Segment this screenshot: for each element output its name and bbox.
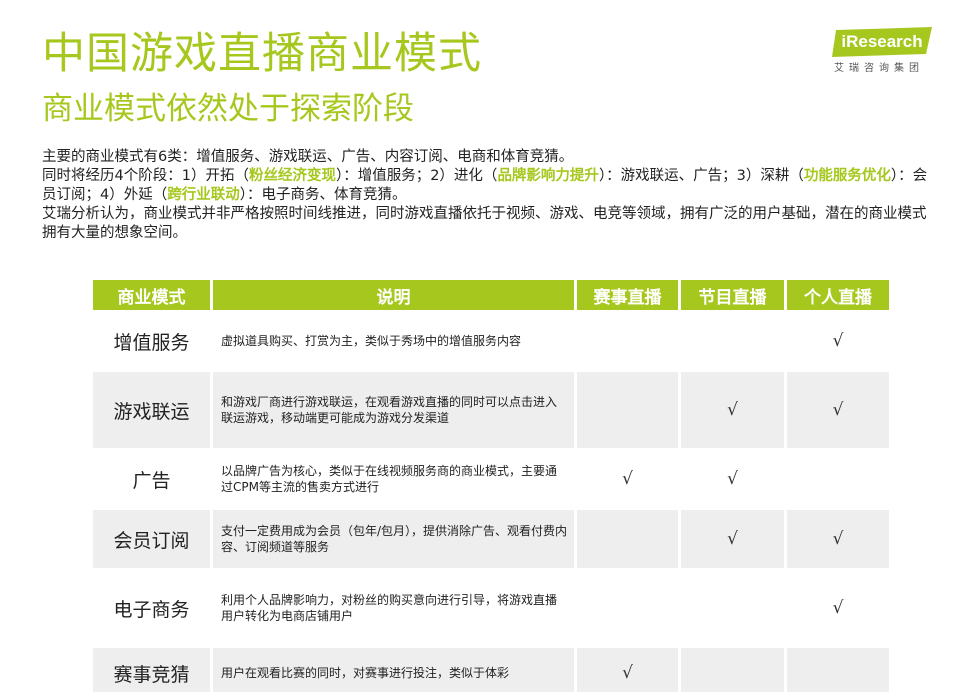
program-live-check: √ — [681, 372, 784, 448]
table-row: 增值服务 虚拟道具购买、打赏为主，类似于秀场中的增值服务内容 √ — [93, 312, 889, 370]
personal-live-check: √ — [787, 372, 889, 448]
model-name: 会员订阅 — [93, 510, 210, 568]
logo-chinese-name: 艾瑞咨询集团 — [834, 63, 924, 74]
model-name: 游戏联运 — [93, 372, 210, 448]
highlight-fan-economy: 粉丝经济变现 — [248, 168, 336, 184]
table-row: 电子商务 利用个人品牌影响力，对粉丝的购买意向进行引导，将游戏直播用户转化为电商… — [93, 570, 889, 646]
event-live-check: √ — [577, 450, 678, 508]
event-live-check: √ — [577, 648, 678, 692]
model-description: 和游戏厂商进行游戏联运，在观看游戏直播的同时可以点击进入联运游戏，移动端更可能成… — [213, 372, 574, 448]
intro-line-2: 同时将经历4个阶段：1）开拓（粉丝经济变现）：增值服务；2）进化（品牌影响力提升… — [42, 167, 932, 205]
highlight-brand-influence: 品牌影响力提升 — [497, 168, 599, 184]
personal-live-check: √ — [787, 570, 889, 646]
model-name: 广告 — [93, 450, 210, 508]
intro-line-2-part-a: 同时将经历4个阶段：1）开拓（ — [42, 168, 249, 184]
header-event-live: 赛事直播 — [577, 280, 678, 310]
personal-live-check: √ — [787, 312, 889, 370]
header-model: 商业模式 — [93, 280, 210, 310]
intro-line-2-part-e: ）：电子商务、体育竞猜。 — [239, 187, 407, 203]
logo-brand: iResearch — [841, 32, 923, 51]
highlight-cross-industry: 跨行业联动 — [167, 187, 240, 203]
table-row: 赛事竞猜 用户在观看比赛的同时，对赛事进行投注，类似于体彩 √ — [93, 648, 889, 692]
intro-line-2-part-b: ）：增值服务；2）进化（ — [335, 168, 498, 184]
header-description: 说明 — [213, 280, 574, 310]
event-live-check — [577, 510, 678, 568]
model-name: 赛事竞猜 — [93, 648, 210, 692]
page-title: 中国游戏直播商业模式 — [42, 29, 482, 79]
table-row: 广告 以品牌广告为核心，类似于在线视频服务商的商业模式，主要通过CPM等主流的售… — [93, 450, 889, 508]
program-live-check: √ — [681, 510, 784, 568]
program-live-check — [681, 570, 784, 646]
model-description: 利用个人品牌影响力，对粉丝的购买意向进行引导，将游戏直播用户转化为电商店铺用户 — [213, 570, 574, 646]
intro-text: 主要的商业模式有6类：增值服务、游戏联运、广告、内容订阅、电商和体育竞猜。 同时… — [42, 148, 932, 243]
intro-line-3: 艾瑞分析认为，商业模式并非严格按照时间线推进，同时游戏直播依托于视频、游戏、电竞… — [42, 206, 927, 241]
table-row: 会员订阅 支付一定费用成为会员（包年/包月），提供消除广告、观看付费内容、订阅频… — [93, 510, 889, 568]
model-description: 支付一定费用成为会员（包年/包月），提供消除广告、观看付费内容、订阅频道等服务 — [213, 510, 574, 568]
highlight-service-optimization: 功能服务优化 — [803, 168, 891, 184]
event-live-check — [577, 570, 678, 646]
table-header-row: 商业模式 说明 赛事直播 节目直播 个人直播 — [93, 280, 889, 310]
event-live-check — [577, 312, 678, 370]
business-model-table: 商业模式 说明 赛事直播 节目直播 个人直播 增值服务 虚拟道具购买、打赏为主，… — [90, 278, 892, 692]
model-description: 虚拟道具购买、打赏为主，类似于秀场中的增值服务内容 — [213, 312, 574, 370]
event-live-check — [577, 372, 678, 448]
page-subtitle: 商业模式依然处于探索阶段 — [42, 91, 414, 127]
header-program-live: 节目直播 — [681, 280, 784, 310]
personal-live-check — [787, 648, 889, 692]
program-live-check — [681, 312, 784, 370]
program-live-check: √ — [681, 450, 784, 508]
header-personal-live: 个人直播 — [787, 280, 889, 310]
model-description: 以品牌广告为核心，类似于在线视频服务商的商业模式，主要通过CPM等主流的售卖方式… — [213, 450, 574, 508]
table-row: 游戏联运 和游戏厂商进行游戏联运，在观看游戏直播的同时可以点击进入联运游戏，移动… — [93, 372, 889, 448]
intro-line-2-part-c: ）：游戏联运、广告；3）深耕（ — [598, 168, 804, 184]
personal-live-check — [787, 450, 889, 508]
intro-line-1: 主要的商业模式有6类：增值服务、游戏联运、广告、内容订阅、电商和体育竞猜。 — [42, 149, 574, 165]
model-name: 增值服务 — [93, 312, 210, 370]
model-description: 用户在观看比赛的同时，对赛事进行投注，类似于体彩 — [213, 648, 574, 692]
iresearch-logo: iResearch 艾瑞咨询集团 — [824, 27, 940, 77]
personal-live-check: √ — [787, 510, 889, 568]
program-live-check — [681, 648, 784, 692]
model-name: 电子商务 — [93, 570, 210, 646]
